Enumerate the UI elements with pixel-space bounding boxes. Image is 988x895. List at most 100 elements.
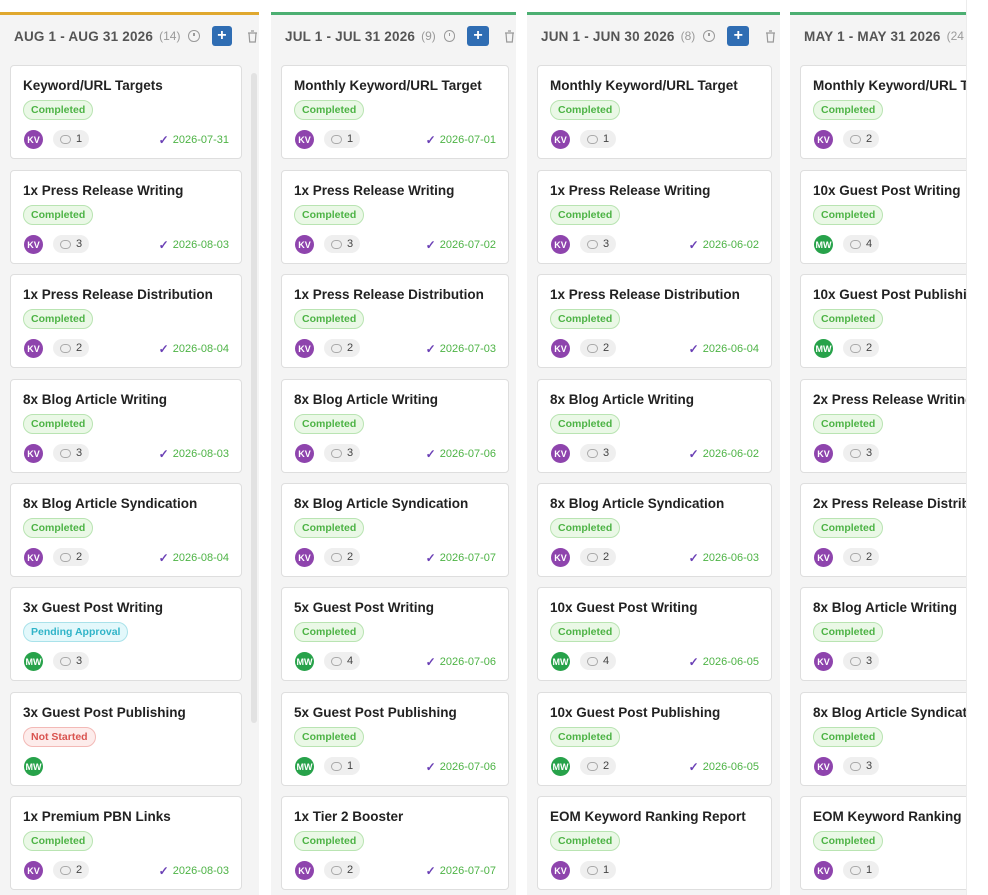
task-card[interactable]: Monthly Keyword/URL Target Completed KV …	[281, 65, 509, 159]
task-card[interactable]: 5x Guest Post Publishing Completed MW 1 …	[281, 692, 509, 786]
task-card[interactable]: 8x Blog Article Writing Completed KV 3 ✓…	[281, 379, 509, 473]
avatar[interactable]: KV	[551, 235, 570, 254]
avatar[interactable]: MW	[814, 339, 833, 358]
comments-count[interactable]: 4	[843, 235, 880, 253]
comments-count[interactable]: 2	[53, 861, 90, 879]
comments-count[interactable]: 3	[324, 235, 361, 253]
task-card[interactable]: 1x Press Release Writing Completed KV 3 …	[537, 170, 772, 264]
avatar[interactable]: KV	[24, 339, 43, 358]
task-card[interactable]: 1x Press Release Writing Completed KV 3 …	[10, 170, 242, 264]
task-card[interactable]: 2x Press Release Distribu Completed KV 2	[800, 483, 966, 577]
comments-count[interactable]: 1	[324, 757, 361, 775]
avatar[interactable]: KV	[814, 444, 833, 463]
comments-count[interactable]: 3	[843, 444, 880, 462]
add-card-button[interactable]: +	[211, 26, 233, 46]
comments-count[interactable]: 2	[324, 861, 361, 879]
avatar[interactable]: KV	[814, 652, 833, 671]
comments-count[interactable]: 2	[53, 548, 90, 566]
page-scrollbar[interactable]	[966, 0, 988, 895]
comments-count[interactable]: 2	[843, 339, 880, 357]
avatar[interactable]: KV	[551, 861, 570, 880]
avatar[interactable]: MW	[24, 652, 43, 671]
task-card[interactable]: 8x Blog Article Writing Completed KV 3	[800, 587, 966, 681]
comments-count[interactable]: 1	[843, 861, 880, 879]
comments-count[interactable]: 3	[53, 235, 90, 253]
comments-count[interactable]: 3	[53, 444, 90, 462]
task-card[interactable]: 10x Guest Post Publishin Completed MW 2	[800, 274, 966, 368]
avatar[interactable]: KV	[814, 130, 833, 149]
avatar[interactable]: KV	[295, 339, 314, 358]
avatar[interactable]: KV	[551, 339, 570, 358]
avatar[interactable]: KV	[295, 235, 314, 254]
task-card[interactable]: 8x Blog Article Writing Completed KV 3 ✓…	[537, 379, 772, 473]
avatar[interactable]: KV	[551, 444, 570, 463]
comments-count[interactable]: 2	[580, 757, 617, 775]
avatar[interactable]: KV	[24, 130, 43, 149]
comments-count[interactable]: 3	[580, 235, 617, 253]
task-card[interactable]: 8x Blog Article Syndication Completed KV…	[537, 483, 772, 577]
avatar[interactable]: KV	[24, 444, 43, 463]
task-card[interactable]: 1x Premium PBN Links Completed KV 2 ✓ 202…	[10, 796, 242, 890]
comments-count[interactable]: 2	[53, 339, 90, 357]
task-card[interactable]: EOM Keyword Ranking R Completed KV 1	[800, 796, 966, 890]
avatar[interactable]: MW	[295, 757, 314, 776]
comments-count[interactable]: 2	[580, 548, 617, 566]
comments-count[interactable]: 2	[324, 339, 361, 357]
avatar[interactable]: KV	[295, 548, 314, 567]
avatar[interactable]: KV	[295, 861, 314, 880]
comments-count[interactable]: 4	[324, 652, 361, 670]
avatar[interactable]: KV	[814, 861, 833, 880]
avatar[interactable]: KV	[24, 861, 43, 880]
trash-icon[interactable]	[763, 28, 777, 44]
task-card[interactable]: 1x Press Release Writing Completed KV 3 …	[281, 170, 509, 264]
task-card[interactable]: Monthly Keyword/URL Ta Completed KV 2	[800, 65, 966, 159]
add-card-button[interactable]: +	[727, 26, 750, 46]
task-card[interactable]: 8x Blog Article Syndication Completed KV…	[10, 483, 242, 577]
avatar[interactable]: KV	[295, 444, 314, 463]
task-card[interactable]: 10x Guest Post Writing Completed MW 4 ✓ 2…	[537, 587, 772, 681]
task-card[interactable]: 1x Tier 2 Booster Completed KV 2 ✓ 2026-0…	[281, 796, 509, 890]
clock-icon[interactable]	[188, 30, 200, 42]
task-card[interactable]: 8x Blog Article Syndication Completed KV…	[281, 483, 509, 577]
comments-count[interactable]: 2	[324, 548, 361, 566]
trash-icon[interactable]	[246, 28, 259, 44]
task-card[interactable]: 3x Guest Post Publishing Not Started MW	[10, 692, 242, 786]
comments-count[interactable]: 3	[843, 652, 880, 670]
comments-count[interactable]: 1	[580, 861, 617, 879]
avatar[interactable]: MW	[814, 235, 833, 254]
clock-icon[interactable]	[443, 30, 456, 42]
comments-count[interactable]: 3	[580, 444, 617, 462]
avatar[interactable]: KV	[295, 130, 314, 149]
task-card[interactable]: 8x Blog Article Syndicati Completed KV 3	[800, 692, 966, 786]
column-scrollbar[interactable]	[251, 73, 257, 723]
task-card[interactable]: 8x Blog Article Writing Completed KV 3 ✓…	[10, 379, 242, 473]
trash-icon[interactable]	[503, 28, 516, 44]
avatar[interactable]: KV	[551, 548, 570, 567]
task-card[interactable]: 10x Guest Post Publishing Completed MW 2…	[537, 692, 772, 786]
clock-icon[interactable]	[703, 30, 716, 42]
comments-count[interactable]: 1	[324, 130, 361, 148]
task-card[interactable]: 5x Guest Post Writing Completed MW 4 ✓ 20…	[281, 587, 509, 681]
comments-count[interactable]: 1	[580, 130, 617, 148]
avatar[interactable]: KV	[24, 548, 43, 567]
task-card[interactable]: 1x Press Release Distribution Completed …	[537, 274, 772, 368]
task-card[interactable]: EOM Keyword Ranking Report Completed KV …	[537, 796, 772, 890]
comments-count[interactable]: 1	[53, 130, 90, 148]
task-card[interactable]: 1x Press Release Distribution Completed …	[10, 274, 242, 368]
comments-count[interactable]: 4	[580, 652, 617, 670]
avatar[interactable]: KV	[24, 235, 43, 254]
task-card[interactable]: 3x Guest Post Writing Pending Approval M…	[10, 587, 242, 681]
task-card[interactable]: 10x Guest Post Writing Completed MW 4	[800, 170, 966, 264]
task-card[interactable]: 2x Press Release Writing Completed KV 3	[800, 379, 966, 473]
comments-count[interactable]: 2	[843, 130, 880, 148]
avatar[interactable]: KV	[551, 130, 570, 149]
avatar[interactable]: MW	[551, 652, 570, 671]
avatar[interactable]: KV	[814, 757, 833, 776]
avatar[interactable]: MW	[24, 757, 43, 776]
comments-count[interactable]: 3	[843, 757, 880, 775]
task-card[interactable]: 1x Press Release Distribution Completed …	[281, 274, 509, 368]
comments-count[interactable]: 2	[580, 339, 617, 357]
add-card-button[interactable]: +	[467, 26, 489, 46]
comments-count[interactable]: 2	[843, 548, 880, 566]
avatar[interactable]: MW	[551, 757, 570, 776]
